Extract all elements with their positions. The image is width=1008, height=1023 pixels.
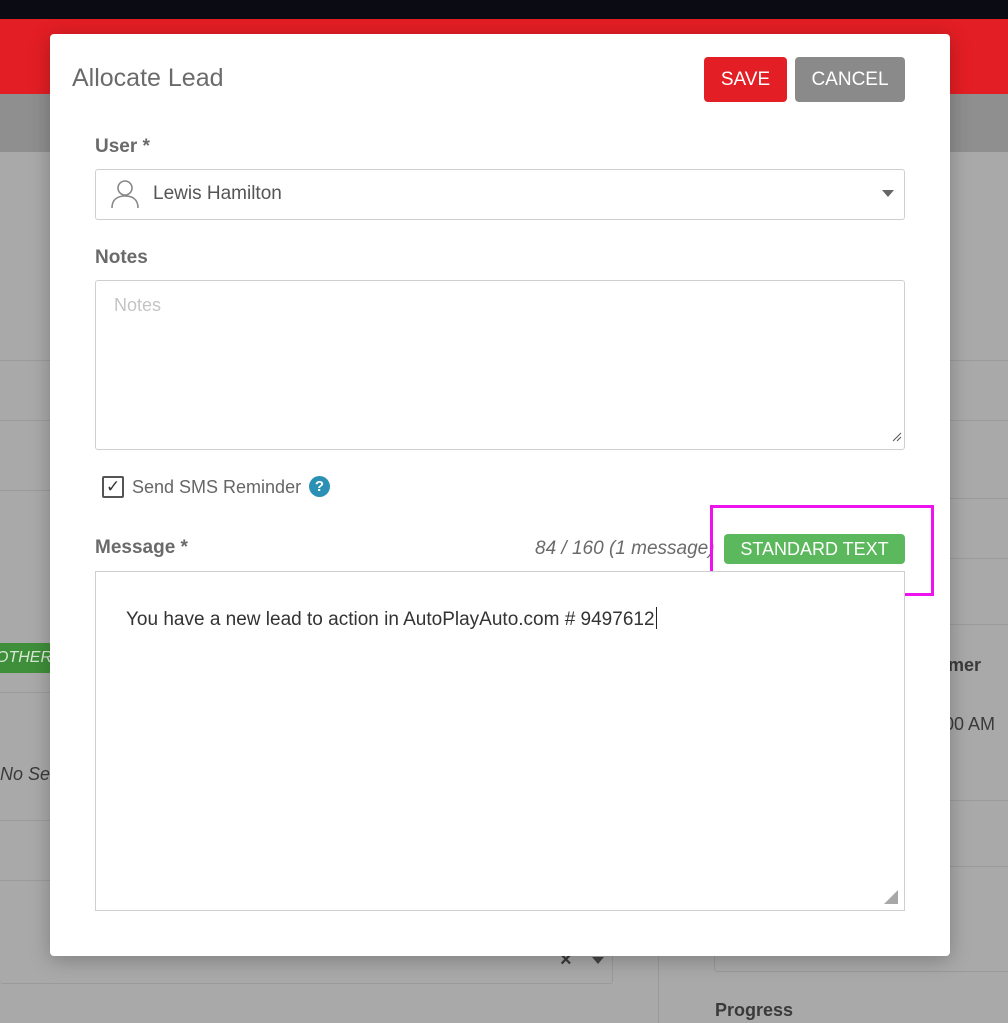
bg-divider xyxy=(0,420,50,421)
cancel-button[interactable]: CANCEL xyxy=(795,57,905,102)
modal-title: Allocate Lead xyxy=(72,64,224,92)
bg-divider xyxy=(950,420,1008,421)
message-text: You have a new lead to action in AutoPla… xyxy=(126,609,655,630)
message-textarea[interactable]: You have a new lead to action in AutoPla… xyxy=(95,571,905,911)
app-top-bar xyxy=(0,0,1008,19)
text-cursor xyxy=(655,607,657,629)
bg-divider xyxy=(0,692,50,693)
message-counter: 84 / 160 (1 message) xyxy=(535,538,715,559)
resize-handle-icon[interactable] xyxy=(892,429,902,447)
save-button[interactable]: SAVE xyxy=(704,57,787,102)
standard-text-button[interactable]: STANDARD TEXT xyxy=(724,534,905,564)
bg-progress-label: Progress xyxy=(715,1000,794,1020)
bg-label: mer xyxy=(948,655,982,675)
chevron-down-icon[interactable] xyxy=(882,190,894,197)
bg-divider xyxy=(0,880,50,881)
bg-divider xyxy=(950,360,1008,361)
bg-divider xyxy=(0,360,50,361)
user-select[interactable]: Lewis Hamilton xyxy=(95,169,905,220)
user-select-value: Lewis Hamilton xyxy=(153,183,282,204)
help-icon[interactable]: ? xyxy=(309,476,330,497)
bg-divider xyxy=(0,490,50,491)
message-label: Message * xyxy=(95,537,188,558)
bg-divider xyxy=(950,866,1008,867)
bg-divider xyxy=(950,498,1008,499)
resize-handle-icon[interactable] xyxy=(884,890,898,904)
sms-reminder-checkbox[interactable]: ✓ xyxy=(102,476,124,498)
bg-chevron-down-icon[interactable] xyxy=(592,957,604,964)
bg-divider xyxy=(950,624,1008,625)
bg-divider xyxy=(950,800,1008,801)
allocate-lead-modal: Allocate Lead SAVE CANCEL User * Lewis H… xyxy=(50,34,950,956)
bg-divider xyxy=(658,956,659,1023)
user-label: User * xyxy=(95,136,150,157)
notes-placeholder: Notes xyxy=(114,295,162,315)
bg-status-badge: OTHER xyxy=(0,643,52,673)
notes-textarea[interactable]: Notes xyxy=(95,280,905,450)
bg-time: 00 AM xyxy=(944,714,996,734)
bg-divider xyxy=(950,558,1008,559)
bg-divider xyxy=(0,820,50,821)
notes-label: Notes xyxy=(95,247,148,268)
user-icon xyxy=(110,178,140,215)
check-icon: ✓ xyxy=(106,477,121,496)
sms-reminder-label[interactable]: Send SMS Reminder xyxy=(132,477,301,498)
